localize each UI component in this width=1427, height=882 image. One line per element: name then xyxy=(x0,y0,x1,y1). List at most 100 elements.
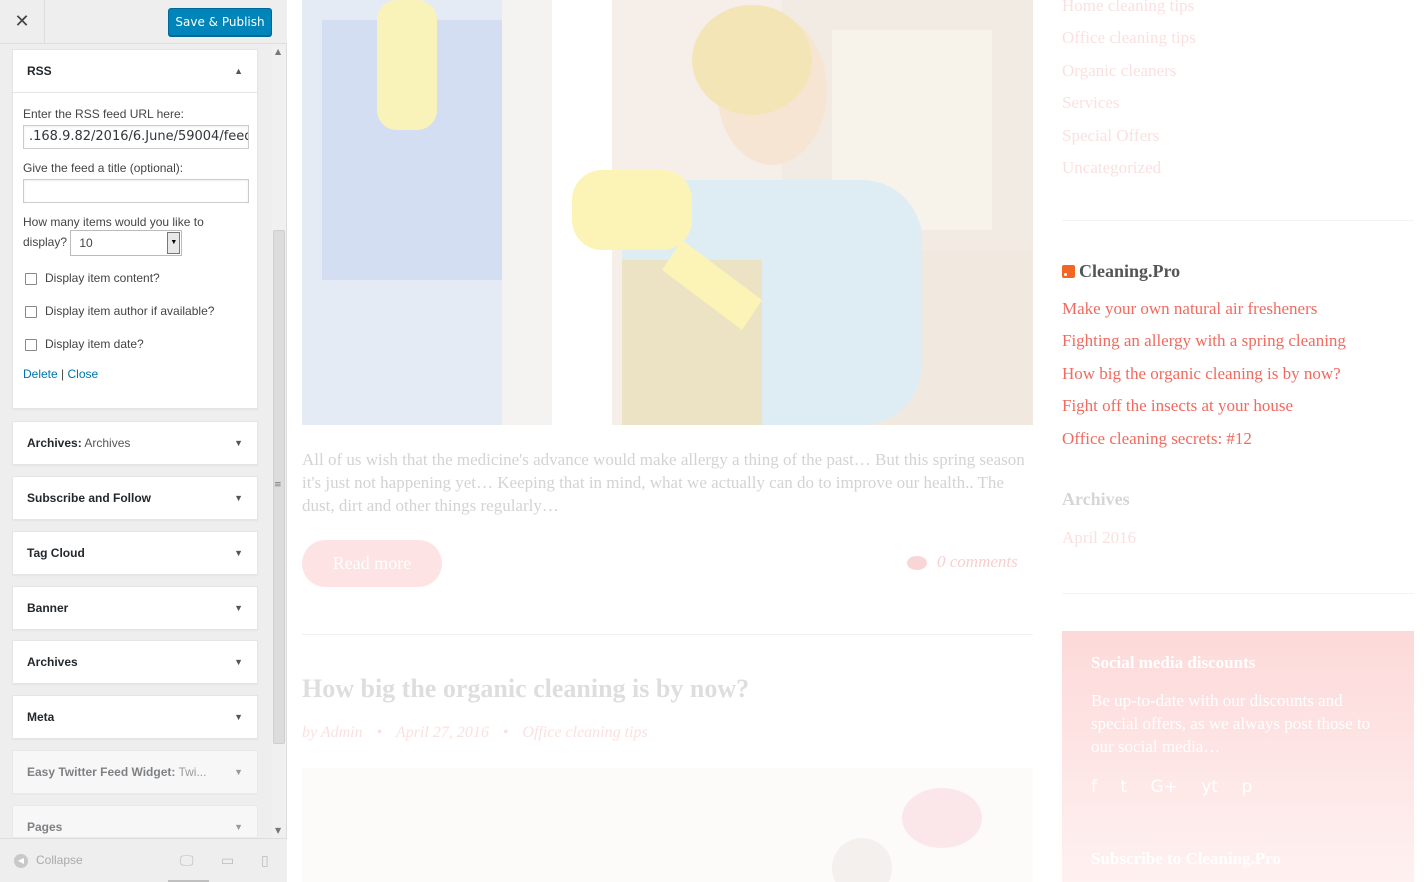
save-publish-button[interactable]: Save & Publish xyxy=(168,8,272,36)
close-link[interactable]: Close xyxy=(68,367,99,381)
post-category[interactable]: Office cleaning tips xyxy=(522,724,647,741)
read-more-button[interactable]: Read more xyxy=(302,540,442,587)
chevron-up-icon[interactable]: ▲ xyxy=(234,50,243,92)
chevron-down-icon[interactable]: ▼ xyxy=(234,587,243,629)
widget-archives-archives[interactable]: Archives: Archives ▼ xyxy=(12,421,258,465)
twitter-icon[interactable]: t xyxy=(1120,777,1127,797)
widget-subtitle: Archives xyxy=(81,436,131,450)
close-customizer-button[interactable]: ✕ xyxy=(0,0,45,44)
chevron-down-icon[interactable]: ▼ xyxy=(234,477,243,519)
social-icons: f t G+ yt p xyxy=(1091,777,1270,797)
comment-bubble-icon xyxy=(907,556,927,571)
option-label: Display item author if available? xyxy=(45,303,215,318)
rss-url-input[interactable]: .168.9.82/2016/6.June/59004/feed xyxy=(23,125,249,149)
category-link[interactable]: Organic cleaners xyxy=(1062,61,1176,81)
collapse-button[interactable]: ◀ Collapse xyxy=(14,853,83,868)
chevron-down-icon[interactable]: ▼ xyxy=(234,696,243,738)
rss-widget-title-text: Cleaning.Pro xyxy=(1079,261,1181,281)
option-display-date[interactable]: Display item date? xyxy=(23,328,247,361)
link-separator: | xyxy=(61,366,65,381)
category-link[interactable]: Home cleaning tips xyxy=(1062,0,1194,16)
widget-rss-header[interactable]: RSS ▲ xyxy=(13,50,257,92)
chevron-down-icon[interactable]: ▼ xyxy=(234,641,243,683)
chevron-down-icon[interactable]: ▼ xyxy=(234,751,243,793)
rss-count-value: 10 xyxy=(79,235,93,250)
google-plus-icon[interactable]: G+ xyxy=(1150,777,1177,797)
facebook-icon[interactable]: f xyxy=(1091,777,1097,797)
widget-banner[interactable]: Banner ▼ xyxy=(12,586,258,630)
collapse-label: Collapse xyxy=(36,853,83,867)
rss-feed-icon[interactable] xyxy=(1062,265,1075,278)
promo-subscribe-heading: Subscribe to Cleaning.Pro xyxy=(1091,849,1282,868)
grip-icon: ≡ xyxy=(274,480,282,490)
widget-title: Archives: xyxy=(27,436,82,450)
widget-title: Tag Cloud xyxy=(27,546,85,560)
widget-subscribe-follow[interactable]: Subscribe and Follow ▼ xyxy=(12,476,258,520)
checkbox-display-author[interactable] xyxy=(25,305,37,318)
post-title[interactable]: How big the organic cleaning is by now? xyxy=(302,674,749,704)
checkbox-display-date[interactable] xyxy=(25,338,37,351)
post-featured-image xyxy=(302,0,1033,425)
rss-widget-title[interactable]: Cleaning.Pro xyxy=(1062,261,1180,282)
pinterest-icon[interactable]: p xyxy=(1241,777,1252,797)
widget-pages[interactable]: Pages ▼ xyxy=(12,805,258,838)
widget-title: Pages xyxy=(27,820,63,834)
category-link[interactable]: Special Offers xyxy=(1062,126,1159,146)
scroll-up-arrow-icon[interactable]: ▲ xyxy=(275,47,281,56)
scroll-down-arrow-icon[interactable]: ▼ xyxy=(275,826,281,835)
feed-item-link[interactable]: Office cleaning secrets: #12 xyxy=(1062,429,1252,449)
category-link[interactable]: Services xyxy=(1062,93,1120,113)
option-label: Display item date? xyxy=(45,336,144,351)
mobile-preview-icon[interactable]: ▯ xyxy=(261,853,269,869)
widget-rss: RSS ▲ Enter the RSS feed URL here: .168.… xyxy=(12,49,258,409)
rss-title-input[interactable] xyxy=(23,179,249,203)
customizer-footer: ◀ Collapse 🖵 ▭ ▯ xyxy=(0,838,287,882)
comments-link[interactable]: 0 comments xyxy=(907,552,1018,572)
post-meta: by Admin • April 27, 2016 • Office clean… xyxy=(302,724,658,742)
widget-rss-form: Enter the RSS feed URL here: .168.9.82/2… xyxy=(13,92,257,397)
second-post-image xyxy=(302,768,1033,882)
delete-link[interactable]: Delete xyxy=(23,367,58,381)
widget-easy-twitter-feed[interactable]: Easy Twitter Feed Widget: Twi... ▼ xyxy=(12,750,258,794)
widget-archives[interactable]: Archives ▼ xyxy=(12,640,258,684)
category-link[interactable]: Uncategorized xyxy=(1062,158,1161,178)
meta-separator: • xyxy=(376,724,383,741)
option-label: Display item content? xyxy=(45,270,160,285)
site-preview: All of us wish that the medicine's advan… xyxy=(287,0,1427,882)
tablet-preview-icon[interactable]: ▭ xyxy=(221,853,234,869)
post-author[interactable]: by Admin xyxy=(302,724,363,741)
rss-url-label: Enter the RSS feed URL here: xyxy=(23,107,184,121)
customizer-sidebar: ✕ Save & Publish RSS ▲ Enter the RSS fee… xyxy=(0,0,287,882)
chevron-down-icon[interactable]: ▼ xyxy=(234,422,243,464)
option-display-author[interactable]: Display item author if available? xyxy=(23,295,247,328)
sidebar-scrollbar[interactable]: ▲ ≡ ▼ xyxy=(272,44,286,838)
desktop-preview-icon[interactable]: 🖵 xyxy=(180,853,194,869)
post-date[interactable]: April 27, 2016 xyxy=(396,724,489,741)
checkbox-display-content[interactable] xyxy=(25,272,37,285)
widget-title: Banner xyxy=(27,601,69,615)
feed-item-link[interactable]: Fight off the insects at your house xyxy=(1062,396,1293,416)
sidebar-divider xyxy=(1062,220,1414,221)
comments-count: 0 comments xyxy=(937,552,1018,571)
cleaning-woman-illustration xyxy=(302,0,1033,425)
chevron-down-icon[interactable]: ▼ xyxy=(234,532,243,574)
chevron-down-icon[interactable]: ▼ xyxy=(234,806,243,837)
feed-item-link[interactable]: Make your own natural air fresheners xyxy=(1062,299,1317,319)
archive-link[interactable]: April 2016 xyxy=(1062,528,1136,548)
rss-count-label-2: display? xyxy=(23,235,68,249)
widget-subtitle: Twi... xyxy=(175,765,207,779)
widget-meta[interactable]: Meta ▼ xyxy=(12,695,258,739)
post-excerpt: All of us wish that the medicine's advan… xyxy=(302,450,1025,515)
chevron-down-icon[interactable]: ▼ xyxy=(167,231,181,254)
widget-title: Subscribe and Follow xyxy=(27,491,152,505)
widget-title: Meta xyxy=(27,710,55,724)
feed-item-link[interactable]: How big the organic cleaning is by now? xyxy=(1062,364,1341,384)
widget-tag-cloud[interactable]: Tag Cloud ▼ xyxy=(12,531,258,575)
option-display-content[interactable]: Display item content? xyxy=(23,262,247,295)
rss-count-select[interactable]: 10 ▼ xyxy=(70,229,183,256)
widget-title: RSS xyxy=(27,64,52,78)
promo-text: Be up-to-date with our discounts and spe… xyxy=(1091,691,1371,756)
feed-item-link[interactable]: Fighting an allergy with a spring cleani… xyxy=(1062,331,1346,351)
category-link[interactable]: Office cleaning tips xyxy=(1062,28,1196,48)
youtube-icon[interactable]: yt xyxy=(1201,777,1218,797)
